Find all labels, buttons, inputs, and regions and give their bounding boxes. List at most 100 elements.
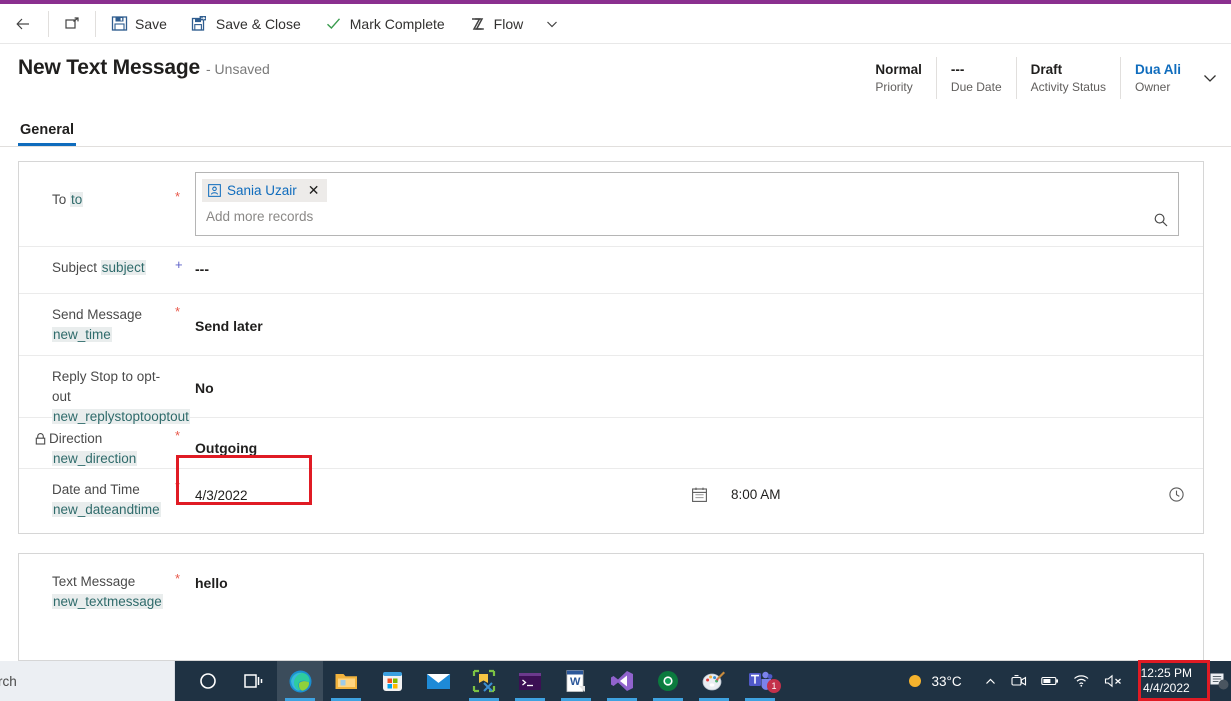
meet-now-button[interactable] — [1004, 661, 1034, 701]
field-row-text-message: Text Message new_textmessage * hello — [19, 554, 1203, 660]
battery-icon — [1041, 675, 1059, 687]
mail-icon — [426, 671, 451, 691]
mark-complete-button-label: Mark Complete — [350, 16, 445, 32]
windows-search-text: rch — [0, 674, 17, 689]
owner-label: Owner — [1135, 79, 1181, 95]
priority-value: Normal — [875, 61, 922, 78]
direction-label-text: Direction — [49, 431, 102, 446]
clock-icon[interactable] — [1168, 486, 1185, 503]
volume-button[interactable] — [1097, 661, 1131, 701]
back-button[interactable] — [0, 4, 46, 44]
text-message-label: Text Message new_textmessage — [19, 554, 175, 623]
text-message-value[interactable]: hello — [195, 554, 1203, 605]
taskbar-item-snip-and-sketch[interactable] — [461, 661, 507, 701]
taskbar-item-file-explorer[interactable] — [323, 661, 369, 701]
field-row-direction: Direction new_direction * Outgoing — [19, 418, 1203, 469]
header-expand-button[interactable] — [1195, 57, 1225, 99]
command-bar-divider-2 — [95, 11, 96, 37]
action-center-button[interactable] — [1202, 661, 1231, 701]
taskbar-item-command-prompt[interactable] — [507, 661, 553, 701]
header-field-due-date[interactable]: --- Due Date — [936, 57, 1016, 99]
reply-stop-required-marker — [175, 356, 195, 366]
direction-value: Outgoing — [195, 418, 1203, 470]
form-section-text-message: Text Message new_textmessage * hello — [18, 553, 1204, 661]
field-row-send-message: Send Message new_time * Send later — [19, 294, 1203, 356]
tray-clock[interactable]: 12:25 PM 4/4/2022 — [1131, 661, 1202, 701]
taskbar-item-microsoft-store[interactable] — [369, 661, 415, 701]
header-field-activity-status[interactable]: Draft Activity Status — [1016, 57, 1120, 99]
owner-value[interactable]: Dua Ali — [1135, 61, 1181, 78]
taskbar-item-mail[interactable] — [415, 661, 461, 701]
time-value[interactable]: 8:00 AM — [731, 487, 781, 502]
system-tray: 33°C 12:25 PM — [900, 661, 1231, 701]
tab-selected-indicator — [18, 143, 76, 146]
to-lookup-input[interactable]: Add more records — [206, 209, 313, 224]
taskbar-app-icons: W — [185, 661, 783, 701]
send-message-schema-name: new_time — [52, 327, 112, 342]
taskbar-item-microsoft-edge[interactable] — [277, 661, 323, 701]
power-bi-icon — [657, 670, 679, 692]
save-icon — [110, 15, 128, 33]
action-center-icon — [1209, 671, 1229, 691]
subject-value[interactable]: --- — [195, 247, 1203, 291]
header-field-owner[interactable]: Dua Ali Owner — [1120, 57, 1195, 99]
form-tab-strip: General — [0, 108, 1231, 147]
command-prompt-icon — [518, 672, 542, 691]
network-button[interactable] — [1066, 661, 1097, 701]
record-save-state: - Unsaved — [206, 61, 270, 77]
field-row-subject: Subject subject + --- — [19, 247, 1203, 294]
to-required-marker: * — [175, 162, 195, 204]
save-button[interactable]: Save — [98, 4, 179, 44]
windows-search-box[interactable]: rch — [0, 661, 175, 701]
battery-button[interactable] — [1034, 661, 1066, 701]
chevron-down-icon — [1201, 69, 1219, 87]
weather-widget[interactable]: 33°C — [900, 661, 976, 701]
text-message-label-text: Text Message — [52, 574, 135, 589]
send-message-label: Send Message new_time — [19, 294, 175, 356]
flow-button[interactable]: Flow — [457, 4, 536, 44]
lookup-chip-sania-uzair[interactable]: Sania Uzair ✕ — [202, 179, 327, 202]
microsoft-word-icon: W — [565, 669, 587, 693]
search-icon[interactable] — [1152, 211, 1170, 229]
field-row-date-and-time: Date and Time new_dateandtime * 4/3/2022… — [19, 469, 1203, 531]
reply-stop-value[interactable]: No — [195, 356, 1203, 410]
calendar-icon[interactable] — [691, 486, 708, 503]
to-lookup-field[interactable]: Sania Uzair ✕ Add more records — [195, 172, 1179, 236]
form-section-main: To to * Sania Uzair ✕ Add more records — [18, 161, 1204, 534]
close-icon[interactable]: ✕ — [308, 182, 320, 199]
mark-complete-button[interactable]: Mark Complete — [313, 4, 457, 44]
taskbar-item-cortana[interactable] — [185, 661, 231, 701]
taskbar-item-microsoft-teams[interactable]: 1 — [737, 661, 783, 701]
teams-notification-badge: 1 — [767, 679, 781, 693]
show-hidden-icons-button[interactable] — [977, 661, 1004, 701]
save-and-close-icon — [191, 15, 209, 33]
text-message-required-marker: * — [175, 554, 195, 586]
meet-now-icon — [1011, 674, 1027, 688]
send-message-value[interactable]: Send later — [195, 294, 1203, 348]
taskbar-item-task-view[interactable] — [231, 661, 277, 701]
tray-time: 12:25 PM — [1141, 666, 1192, 681]
taskbar-item-paint[interactable] — [691, 661, 737, 701]
page-title: New Text Message — [18, 56, 200, 80]
file-explorer-icon — [334, 670, 359, 692]
open-in-new-window-button[interactable] — [51, 4, 93, 44]
date-and-time-schema-name: new_dateandtime — [52, 502, 161, 517]
snip-and-sketch-icon — [472, 669, 496, 693]
taskbar-item-visual-studio[interactable] — [599, 661, 645, 701]
taskbar-item-microsoft-word[interactable]: W — [553, 661, 599, 701]
task-view-icon — [243, 671, 265, 691]
header-field-group: Normal Priority --- Due Date Draft Activ… — [861, 57, 1225, 99]
taskbar-item-power-bi[interactable] — [645, 661, 691, 701]
activity-status-label: Activity Status — [1031, 79, 1106, 95]
chevron-up-icon — [984, 675, 997, 688]
record-header: New Text Message - Unsaved Normal Priori… — [0, 45, 1231, 108]
tab-general[interactable]: General — [18, 122, 76, 146]
field-row-reply-stop-to-opt-out: Reply Stop to opt-out new_replystoptoopt… — [19, 356, 1203, 418]
save-and-close-button[interactable]: Save & Close — [179, 4, 313, 44]
command-bar-overflow-button[interactable] — [535, 4, 569, 44]
header-field-priority[interactable]: Normal Priority — [861, 57, 936, 99]
sun-icon — [907, 673, 923, 689]
date-and-time-label-text: Date and Time — [52, 482, 140, 497]
flow-icon — [469, 15, 487, 33]
date-value[interactable]: 4/3/2022 — [195, 469, 515, 515]
